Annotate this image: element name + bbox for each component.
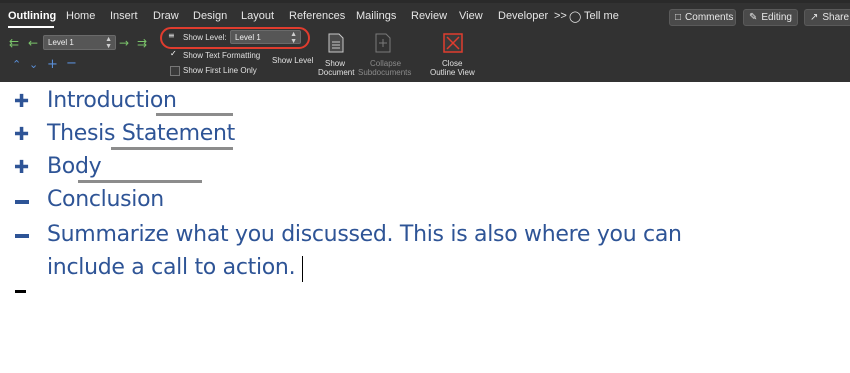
show-text-formatting-option[interactable]: Show Text Formatting: [183, 51, 260, 60]
share-icon: ↗: [810, 12, 819, 23]
tell-me-search[interactable]: Tell me: [584, 10, 619, 22]
comment-icon: □: [675, 12, 682, 23]
tab-draw[interactable]: Draw: [153, 10, 179, 22]
checkmark-icon[interactable]: ✓: [170, 49, 177, 58]
expand-plus-icon[interactable]: ✚: [14, 124, 29, 145]
collapse-subdocuments-line2[interactable]: Subdocuments: [358, 68, 411, 77]
outline-heading[interactable]: Introduction: [47, 88, 177, 113]
comments-button[interactable]: □ Comments: [669, 9, 736, 26]
share-button[interactable]: ↗ Share: [804, 9, 850, 26]
expand-plus-icon[interactable]: ✚: [14, 91, 29, 112]
show-document-icon[interactable]: [328, 33, 344, 53]
collapse-icon[interactable]: −: [66, 56, 77, 71]
title-bar-strip: [0, 0, 850, 3]
tab-outlining[interactable]: Outlining: [8, 10, 56, 22]
empty-paragraph-marker: [15, 290, 26, 293]
tab-insert[interactable]: Insert: [110, 10, 138, 22]
tab-developer[interactable]: Developer: [498, 10, 548, 22]
tab-mailings[interactable]: Mailings: [356, 10, 396, 22]
collapsed-content-line: [156, 113, 233, 116]
close-outline-view-line1[interactable]: Close: [442, 59, 462, 68]
expand-icon[interactable]: +: [47, 57, 58, 72]
outline-body-text[interactable]: Summarize what you discussed. This is al…: [47, 222, 682, 247]
comments-label: Comments: [685, 12, 734, 23]
demote-to-body-icon[interactable]: ⇉: [137, 36, 147, 50]
move-up-icon[interactable]: ⌃: [12, 58, 21, 71]
collapsed-content-line: [111, 147, 233, 150]
share-label: Share: [822, 12, 850, 23]
pencil-icon: ✎: [749, 12, 758, 23]
demote-icon[interactable]: →: [119, 36, 129, 50]
tab-layout[interactable]: Layout: [241, 10, 274, 22]
updown-chevron-icon: ▲ ▼: [105, 36, 112, 50]
outline-level-value: Level 1: [48, 38, 74, 47]
editing-label: Editing: [761, 12, 792, 23]
promote-to-heading1-icon[interactable]: ⇇: [9, 36, 19, 50]
outline-level-select[interactable]: Level 1 ▲ ▼: [43, 35, 116, 50]
move-down-icon[interactable]: ⌄: [29, 58, 38, 71]
tab-view[interactable]: View: [459, 10, 483, 22]
collapse-subdocuments-icon[interactable]: [375, 33, 391, 53]
expand-plus-icon[interactable]: ✚: [14, 157, 29, 178]
tab-home[interactable]: Home: [66, 10, 95, 22]
highlight-ring: [160, 27, 310, 49]
show-document-button-line2[interactable]: Document: [318, 68, 354, 77]
editing-button[interactable]: ✎ Editing: [743, 9, 798, 26]
active-tab-indicator: [8, 26, 54, 28]
show-first-line-option[interactable]: Show First Line Only: [183, 66, 257, 75]
collapse-subdocuments-line1[interactable]: Collapse: [370, 59, 401, 68]
text-cursor: [302, 256, 303, 282]
collapsed-content-line: [78, 180, 202, 183]
collapse-minus-icon[interactable]: [15, 200, 29, 204]
tab-design[interactable]: Design: [193, 10, 227, 22]
promote-icon[interactable]: ←: [28, 36, 38, 50]
show-document-button-line1[interactable]: Show: [325, 59, 345, 68]
outline-heading[interactable]: Thesis Statement: [47, 121, 235, 146]
close-outline-view-line2[interactable]: Outline View: [430, 68, 475, 77]
tab-references[interactable]: References: [289, 10, 345, 22]
collapse-minus-icon[interactable]: [15, 234, 29, 238]
outline-heading[interactable]: Body: [47, 154, 102, 179]
show-level-button[interactable]: Show Level: [272, 56, 313, 65]
outline-body-text-continuation[interactable]: include a call to action.: [47, 255, 296, 280]
more-tabs-button[interactable]: >>: [554, 10, 567, 22]
outline-heading[interactable]: Conclusion: [47, 187, 164, 212]
show-first-line-checkbox[interactable]: [170, 66, 180, 76]
close-outline-icon[interactable]: [443, 33, 463, 53]
lightbulb-icon: ◯: [569, 10, 582, 23]
tab-review[interactable]: Review: [411, 10, 447, 22]
